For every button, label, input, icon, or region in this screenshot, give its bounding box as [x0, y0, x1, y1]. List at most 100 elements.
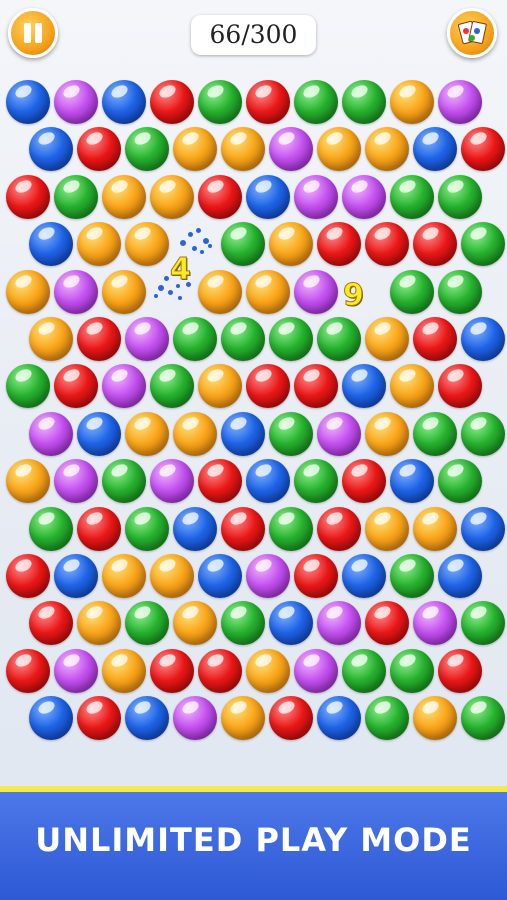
- bubble-green[interactable]: [6, 364, 50, 409]
- bubble-orange[interactable]: [77, 601, 121, 646]
- bubble-orange[interactable]: [390, 80, 434, 124]
- bubble-red[interactable]: [6, 648, 50, 693]
- bubble-green[interactable]: [221, 222, 265, 267]
- bubble-green[interactable]: [390, 269, 434, 314]
- bubble-orange[interactable]: [198, 269, 242, 314]
- bubble-orange[interactable]: [173, 127, 217, 172]
- bubble-orange[interactable]: [6, 459, 50, 504]
- bubble-purple[interactable]: [29, 411, 73, 456]
- bubble-red[interactable]: [269, 696, 313, 741]
- bubble-red[interactable]: [77, 317, 121, 361]
- bubble-green[interactable]: [125, 127, 169, 172]
- bubble-orange[interactable]: [102, 269, 146, 314]
- bubble-orange[interactable]: [102, 554, 146, 598]
- bubble-orange[interactable]: [365, 506, 409, 551]
- bubble-blue[interactable]: [77, 411, 121, 456]
- bubble-green[interactable]: [390, 648, 434, 693]
- bubble-orange[interactable]: [317, 127, 361, 172]
- bubble-red[interactable]: [438, 364, 482, 409]
- bubble-red[interactable]: [77, 696, 121, 741]
- bubble-purple[interactable]: [269, 127, 313, 172]
- bubble-purple[interactable]: [294, 648, 338, 693]
- bubble-green[interactable]: [150, 364, 194, 409]
- bubble-blue[interactable]: [413, 127, 457, 172]
- bubble-blue[interactable]: [461, 506, 505, 551]
- bubble-orange[interactable]: [269, 222, 313, 267]
- bubble-purple[interactable]: [317, 601, 361, 646]
- bubble-red[interactable]: [29, 601, 73, 646]
- bubble-blue[interactable]: [29, 222, 73, 267]
- bubble-orange[interactable]: [173, 411, 217, 456]
- bubble-purple[interactable]: [438, 80, 482, 124]
- bubble-green[interactable]: [125, 506, 169, 551]
- bubble-red[interactable]: [438, 648, 482, 693]
- bubble-red[interactable]: [198, 648, 242, 693]
- bubble-green[interactable]: [269, 411, 313, 456]
- bubble-green[interactable]: [294, 459, 338, 504]
- bubble-orange[interactable]: [390, 364, 434, 409]
- bubble-red[interactable]: [77, 506, 121, 551]
- bubble-orange[interactable]: [413, 696, 457, 741]
- bubble-green[interactable]: [317, 317, 361, 361]
- bubble-blue[interactable]: [246, 459, 290, 504]
- bubble-green[interactable]: [342, 80, 386, 124]
- bubble-blue[interactable]: [461, 317, 505, 361]
- bubble-orange[interactable]: [102, 648, 146, 693]
- bubble-orange[interactable]: [246, 648, 290, 693]
- bubble-red[interactable]: [77, 127, 121, 172]
- bubble-orange[interactable]: [77, 222, 121, 267]
- bubble-blue[interactable]: [246, 174, 290, 219]
- bubble-green[interactable]: [413, 411, 457, 456]
- bubble-blue[interactable]: [29, 696, 73, 741]
- bubble-blue[interactable]: [221, 411, 265, 456]
- bubble-green[interactable]: [269, 506, 313, 551]
- bubble-orange[interactable]: [125, 222, 169, 267]
- bubble-green[interactable]: [438, 269, 482, 314]
- bubble-red[interactable]: [461, 127, 505, 172]
- bubble-orange[interactable]: [173, 601, 217, 646]
- bubble-orange[interactable]: [150, 174, 194, 219]
- bubble-red[interactable]: [246, 80, 290, 124]
- bubble-purple[interactable]: [317, 411, 361, 456]
- bubble-green[interactable]: [198, 80, 242, 124]
- bubble-purple[interactable]: [54, 459, 98, 504]
- bubble-orange[interactable]: [29, 317, 73, 361]
- bubble-green[interactable]: [221, 601, 265, 646]
- bubble-red[interactable]: [6, 554, 50, 598]
- bubble-green[interactable]: [342, 648, 386, 693]
- bubble-green[interactable]: [173, 317, 217, 361]
- bubble-blue[interactable]: [6, 80, 50, 124]
- bubble-red[interactable]: [54, 364, 98, 409]
- bubble-red[interactable]: [221, 506, 265, 551]
- bubble-orange[interactable]: [246, 269, 290, 314]
- bubble-green[interactable]: [461, 411, 505, 456]
- bubble-purple[interactable]: [246, 554, 290, 598]
- bubble-red[interactable]: [246, 364, 290, 409]
- bubble-orange[interactable]: [221, 696, 265, 741]
- bubble-blue[interactable]: [29, 127, 73, 172]
- bubble-orange[interactable]: [221, 127, 265, 172]
- bubble-green[interactable]: [461, 222, 505, 267]
- bubble-purple[interactable]: [54, 648, 98, 693]
- bubble-red[interactable]: [198, 459, 242, 504]
- bubble-orange[interactable]: [365, 127, 409, 172]
- bubble-board[interactable]: [0, 0, 507, 790]
- bubble-red[interactable]: [365, 601, 409, 646]
- bubble-red[interactable]: [150, 648, 194, 693]
- bubble-orange[interactable]: [198, 364, 242, 409]
- bubble-green[interactable]: [54, 174, 98, 219]
- bubble-purple[interactable]: [294, 269, 338, 314]
- bubble-green[interactable]: [390, 174, 434, 219]
- bubble-green[interactable]: [365, 696, 409, 741]
- bubble-purple[interactable]: [54, 80, 98, 124]
- bubble-purple[interactable]: [102, 364, 146, 409]
- bubble-blue[interactable]: [198, 554, 242, 598]
- bubble-purple[interactable]: [294, 174, 338, 219]
- pause-button[interactable]: [8, 8, 58, 58]
- bubble-orange[interactable]: [102, 174, 146, 219]
- bubble-orange[interactable]: [6, 269, 50, 314]
- bubble-red[interactable]: [150, 80, 194, 124]
- bubble-purple[interactable]: [342, 174, 386, 219]
- bubble-green[interactable]: [102, 459, 146, 504]
- bubble-orange[interactable]: [125, 411, 169, 456]
